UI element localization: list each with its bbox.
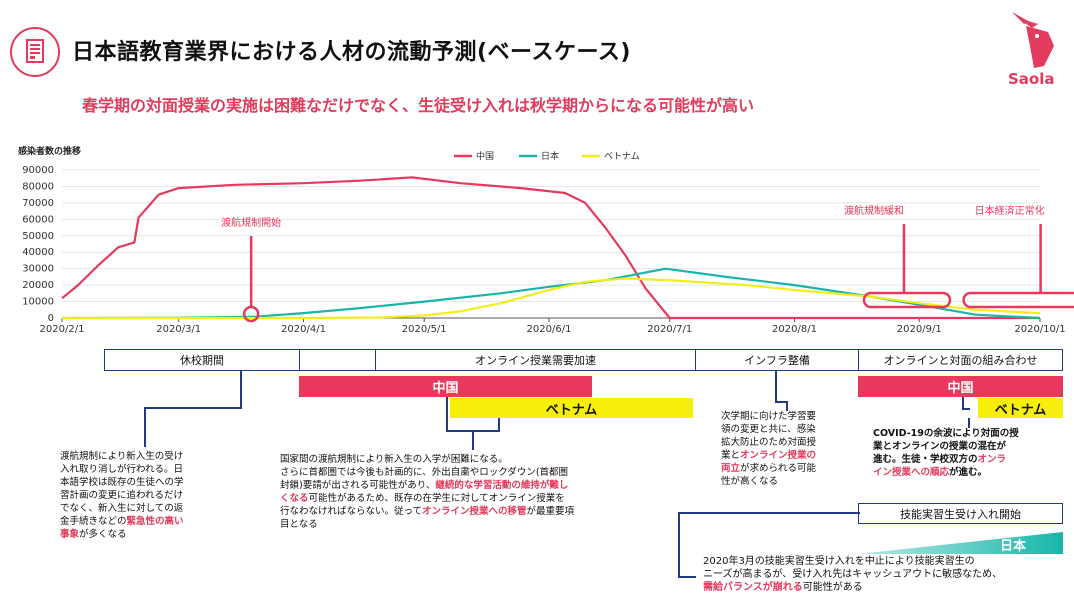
y-tick-label: 60000 bbox=[22, 214, 54, 225]
note-hybrid: COVID-19の余波により対面の授 業とオンラインの授業の混在が 進む。生徒・… bbox=[873, 428, 1019, 478]
phase-blank bbox=[299, 349, 376, 371]
legend-label: 日本 bbox=[541, 150, 559, 162]
y-tick-label: 70000 bbox=[22, 198, 54, 209]
annotation-label: 日本経済正常化 bbox=[975, 204, 1045, 217]
vietnam-bar-2: ベトナム bbox=[978, 398, 1063, 418]
logo-text: Saola bbox=[1008, 70, 1055, 88]
note-school-closure: 渡航規制により新入生の受け 入れ取り消しが行われる。日 本語学校は既存の生徒への… bbox=[60, 451, 184, 540]
note-online-acceleration: 国家間の渡航規制により新入生の入学が困難になる。 さらに首都圏では今後も計画的に… bbox=[280, 454, 575, 530]
y-tick-label: 0 bbox=[48, 313, 54, 324]
y-tick-label: 80000 bbox=[22, 181, 54, 192]
page-title: 日本語教育業界における人材の流動予測(ベースケース) bbox=[72, 40, 631, 65]
y-tick-label: 40000 bbox=[22, 247, 54, 258]
japan-wedge-bar bbox=[858, 532, 1063, 554]
china-bar-1: 中国 bbox=[299, 376, 592, 397]
phase-online-acceleration: オンライン授業需要加速 bbox=[375, 349, 696, 371]
page-subtitle: 春学期の対面授業の実施は困難なだけでなく、生徒受け入れは秋学期からになる可能性が… bbox=[82, 96, 755, 115]
document-icon bbox=[10, 27, 60, 77]
y-tick-label: 20000 bbox=[22, 280, 54, 291]
y-tick-label: 50000 bbox=[22, 231, 54, 242]
phase-hybrid: オンラインと対面の組み合わせ bbox=[858, 349, 1063, 371]
annotation-pill bbox=[962, 291, 1074, 309]
note-tech-trainee: 2020年3月の技能実習生受け入れを中止により技能実習生の ニーズが高まるが、受… bbox=[703, 556, 1003, 593]
legend-label: ベトナム bbox=[604, 151, 640, 162]
tech-trainee-header: 技能実習生受け入れ開始 bbox=[858, 503, 1063, 524]
annotation-label: 渡航規制緩和 bbox=[844, 204, 904, 217]
x-tick-label: 2020/10/1 bbox=[1014, 324, 1065, 335]
annotation-label: 渡航規制開始 bbox=[221, 216, 281, 229]
series-line-0 bbox=[61, 176, 1040, 320]
x-tick-label: 2020/3/1 bbox=[156, 324, 201, 335]
infection-chart: 0 10000 20000 30000 40000 50000 60000 70000 8000… bbox=[22, 150, 1074, 335]
y-tick-label: 90000 bbox=[22, 165, 54, 176]
series-line-2 bbox=[62, 277, 1041, 320]
x-tick-label: 2020/8/1 bbox=[772, 324, 817, 335]
x-tick-label: 2020/2/1 bbox=[40, 324, 85, 335]
x-tick-label: 2020/6/1 bbox=[527, 324, 572, 335]
phase-infrastructure: インフラ整備 bbox=[695, 349, 859, 371]
x-tick-label: 2020/7/1 bbox=[647, 324, 692, 335]
vietnam-bar-1: ベトナム bbox=[450, 398, 693, 418]
legend-label: 中国 bbox=[476, 150, 494, 162]
y-tick-label: 10000 bbox=[22, 297, 54, 308]
y-tick-label: 30000 bbox=[22, 264, 54, 275]
x-tick-label: 2020/5/1 bbox=[402, 324, 447, 335]
x-tick-label: 2020/4/1 bbox=[281, 324, 326, 335]
china-bar-2: 中国 bbox=[858, 376, 1063, 397]
japan-bar-label: 日本 bbox=[1000, 539, 1027, 554]
x-tick-label: 2020/9/1 bbox=[897, 324, 942, 335]
phase-school-closure: 休校期間 bbox=[104, 349, 300, 371]
note-infrastructure: 次学期に向けた学習要 領の変更と共に、感染 拡大防止のため対面授 業とオンライン… bbox=[721, 411, 817, 487]
